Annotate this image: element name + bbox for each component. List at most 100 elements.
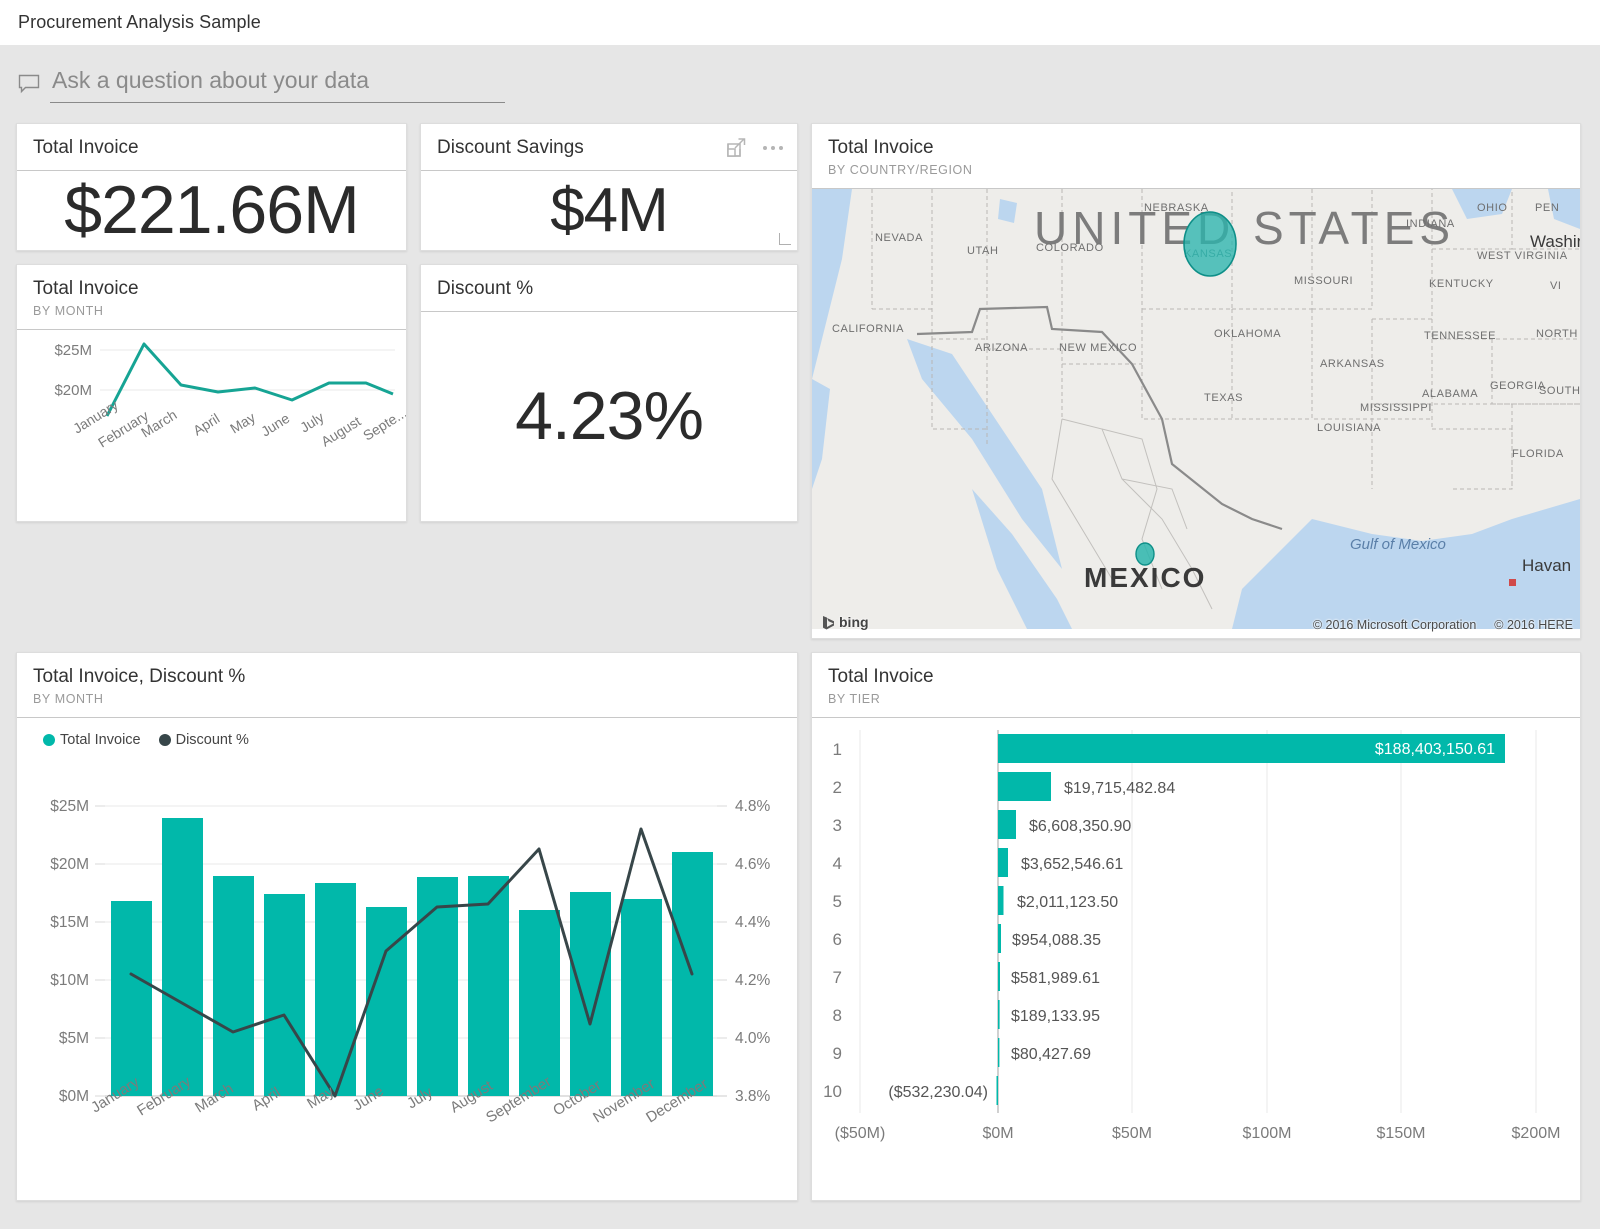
tile-body: Total Invoice Discount %: [17, 718, 797, 1200]
tile-title: Total Invoice: [828, 137, 1564, 159]
app-header: Procurement Analysis Sample: [0, 0, 1600, 45]
legend-item-discount-percent[interactable]: Discount %: [159, 732, 249, 748]
tile-header: Discount %: [421, 265, 797, 312]
kpi-value: 4.23%: [421, 312, 797, 521]
bar-data-labels: $188,403,150.61 $19,715,482.84 $6,608,35…: [888, 741, 1495, 1101]
tile-body: UNITED STATES MEXICO NEVADA UTAH COLORAD…: [812, 189, 1580, 638]
tile-total-invoice-discount-by-month[interactable]: Total Invoice, Discount % BY MONTH Total…: [16, 652, 798, 1201]
bar-tier-2: [998, 772, 1051, 801]
bar-march: [213, 876, 254, 1096]
tile-discount-percent-kpi[interactable]: Discount % 4.23%: [420, 264, 798, 522]
y-tick-label: 9: [833, 1044, 842, 1063]
y-tick-label: $25M: [50, 798, 89, 815]
x-tick-label: August: [318, 413, 364, 450]
map-label-state: NEW MEXICO: [1059, 342, 1137, 354]
tile-header: Total Invoice BY MONTH: [17, 265, 406, 330]
y-tick-label: 10: [823, 1082, 842, 1101]
map-credit-here: © 2016 HERE: [1494, 618, 1573, 632]
more-options-icon[interactable]: [763, 146, 783, 150]
y-tick-label: 2: [833, 778, 842, 797]
legend-swatch-icon: [159, 734, 171, 746]
map-label-state: TEXAS: [1204, 392, 1243, 404]
tile-header: Total Invoice: [17, 124, 406, 171]
tile-total-invoice-by-month[interactable]: Total Invoice BY MONTH $25M $20M January: [16, 264, 407, 522]
map-label-water: Gulf of Mexico: [1350, 536, 1446, 553]
x-tick-label: $100M: [1243, 1125, 1292, 1142]
y-tick-label: $5M: [59, 1030, 89, 1047]
tile-discount-savings-kpi[interactable]: Discount Savings: [420, 123, 798, 251]
map-label-state: TENNESSEE: [1424, 330, 1496, 342]
x-tick-label: May: [227, 409, 258, 437]
dashboard-canvas: Total Invoice $221.66M Discount Savings: [0, 123, 1600, 1201]
y-tick-label: 3: [833, 816, 842, 835]
map-label-state: NEBRASKA: [1144, 202, 1209, 214]
bar-june: [366, 907, 407, 1096]
x-tick-label: ($50M): [835, 1125, 886, 1142]
map-credits: © 2016 Microsoft Corporation © 2016 HERE: [1313, 618, 1573, 632]
combo-chart: $0M $5M $10M $15M $20M $25M 3.8%: [17, 748, 797, 1163]
bar-tier-9: [998, 1038, 999, 1067]
dashboard-row-2: Total Invoice, Discount % BY MONTH Total…: [16, 652, 1584, 1201]
bar-tier-10: [997, 1076, 999, 1105]
qna-search-input[interactable]: [50, 65, 505, 103]
y2-tick-label: 3.8%: [735, 1088, 771, 1105]
bar-tier-6: [998, 924, 1001, 953]
bar-july: [417, 877, 458, 1096]
tile-header: Total Invoice BY TIER: [812, 653, 1580, 718]
legend-label: Total Invoice: [60, 732, 141, 748]
tile-subtitle: BY TIER: [828, 692, 1564, 706]
bar-april: [264, 894, 305, 1096]
bar-tier-3: [998, 810, 1016, 839]
map-label-state: MISSOURI: [1294, 275, 1353, 287]
y-tick-label: $15M: [50, 914, 89, 931]
y-tick-label: $10M: [50, 972, 89, 989]
bar-label-tier-9: $80,427.69: [1011, 1046, 1091, 1063]
y-tick-label: 7: [833, 968, 842, 987]
tile-body: 1 2 3 4 5 6 7 8 9 10: [812, 718, 1580, 1200]
tile-body: 4.23%: [421, 312, 797, 521]
tile-header: Total Invoice BY COUNTRY/REGION: [812, 124, 1580, 189]
tile-subtitle: BY MONTH: [33, 304, 390, 318]
y2-tick-label: 4.4%: [735, 914, 771, 931]
bing-map[interactable]: UNITED STATES MEXICO NEVADA UTAH COLORAD…: [812, 189, 1580, 629]
tile-total-invoice-by-tier[interactable]: Total Invoice BY TIER 1: [811, 652, 1581, 1201]
bar-tier-7: [998, 962, 1000, 991]
tile-total-invoice-kpi[interactable]: Total Invoice $221.66M: [16, 123, 407, 251]
y-tick-label: 6: [833, 930, 842, 949]
y-tick-label: 5: [833, 892, 842, 911]
map-label-state: OHIO: [1477, 202, 1508, 214]
map-label-state: LOUISIANA: [1317, 422, 1381, 434]
tile-subtitle: BY MONTH: [33, 692, 781, 706]
map-label-state: UTAH: [967, 245, 999, 257]
sparkline-chart: $25M $20M January February March April M…: [17, 330, 406, 505]
tile-total-invoice-by-country[interactable]: Total Invoice BY COUNTRY/REGION: [811, 123, 1581, 639]
y2-tick-label: 4.6%: [735, 856, 771, 873]
map-city-marker: [1509, 579, 1516, 586]
bar-may: [315, 883, 356, 1096]
tile-header: Discount Savings: [421, 124, 797, 171]
bar-label-tier-10: ($532,230.04): [888, 1084, 988, 1101]
bar-label-tier-2: $19,715,482.84: [1064, 780, 1175, 797]
focus-mode-icon[interactable]: [727, 138, 746, 157]
bar-tier-4: [998, 848, 1008, 877]
map-credit-microsoft: © 2016 Microsoft Corporation: [1313, 618, 1476, 632]
tile-title: Discount %: [437, 278, 781, 300]
bar-label-tier-7: $581,989.61: [1011, 970, 1100, 987]
tile-resize-handle[interactable]: [779, 233, 791, 245]
speech-bubble-icon: [18, 73, 40, 95]
y-tick-label: $20M: [54, 382, 92, 399]
y-tick-label: 8: [833, 1006, 842, 1025]
tile-header: Total Invoice, Discount % BY MONTH: [17, 653, 797, 718]
map-label-state: PEN: [1535, 202, 1559, 214]
x-tick-label: $150M: [1377, 1125, 1426, 1142]
map-label-country: MEXICO: [1084, 562, 1206, 593]
tile-title: Total Invoice, Discount %: [33, 666, 781, 688]
bar-tier-5: [998, 886, 1004, 915]
legend-item-total-invoice[interactable]: Total Invoice: [43, 732, 141, 748]
map-label-state: COLORADO: [1036, 242, 1104, 254]
legend-swatch-icon: [43, 734, 55, 746]
bar-february: [162, 818, 203, 1096]
bing-logo-text: bing: [839, 614, 869, 630]
bar-label-tier-3: $6,608,350.90: [1029, 818, 1131, 835]
bing-logo[interactable]: bing: [822, 614, 869, 630]
